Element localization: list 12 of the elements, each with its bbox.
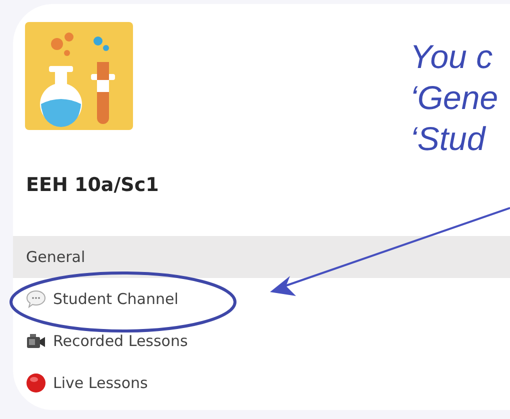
flask-icon	[25, 22, 133, 130]
video-camera-icon	[26, 331, 46, 351]
channel-item[interactable]: Recorded Lessons	[13, 320, 510, 362]
channel-item[interactable]: General	[13, 236, 510, 278]
channel-item[interactable]: Student Channel	[13, 278, 510, 320]
annotation-text: You c	[410, 37, 493, 77]
annotation-text: ‘Stud	[410, 119, 486, 159]
recording-dot-icon	[26, 373, 46, 393]
team-name: EEH 10a/Sc1	[26, 174, 160, 196]
channel-item[interactable]: Live Lessons	[13, 362, 510, 404]
speech-bubble-icon	[26, 289, 46, 309]
annotation-text: ‘Gene	[410, 78, 498, 118]
